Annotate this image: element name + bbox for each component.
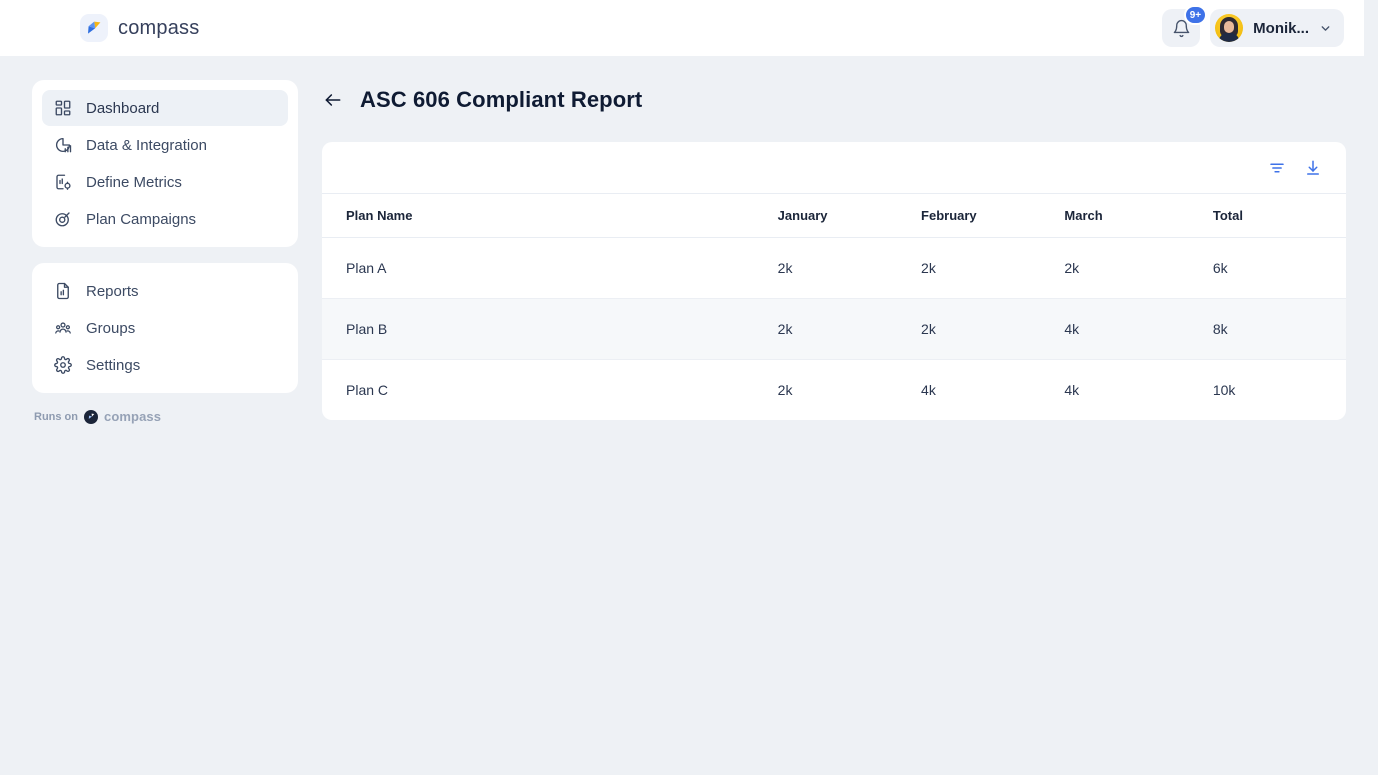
sidebar-item-label: Plan Campaigns [86,211,196,228]
notifications-button[interactable]: 9+ [1162,9,1200,47]
arrow-left-icon [323,90,343,110]
page-body: Dashboard Data & Integration [0,56,1378,424]
table-row[interactable]: Plan A 2k 2k 2k 6k [322,238,1346,299]
back-button[interactable] [322,89,344,111]
sidebar-group-primary: Dashboard Data & Integration [32,80,298,247]
cell-total: 8k [1213,299,1346,360]
sidebar-item-data-integration[interactable]: Data & Integration [42,127,288,163]
brand-logo[interactable]: compass [80,14,199,42]
filter-icon [1268,159,1286,177]
table-header: Plan Name January February March Total [322,194,1346,238]
sidebar-item-define-metrics[interactable]: Define Metrics [42,164,288,200]
table-row[interactable]: Plan B 2k 2k 4k 8k [322,299,1346,360]
filter-button[interactable] [1266,157,1288,179]
column-header-plan-name[interactable]: Plan Name [322,194,778,238]
cell-plan-name: Plan A [322,238,778,299]
sidebar-item-label: Dashboard [86,100,159,117]
header-actions: 9+ Monik... [1162,9,1344,47]
sidebar-group-secondary: Reports Groups Settings [32,263,298,393]
user-name: Monik... [1253,20,1309,37]
cell-january: 2k [778,360,921,421]
column-header-january[interactable]: January [778,194,921,238]
sidebar-item-label: Data & Integration [86,137,207,154]
notification-count-badge: 9+ [1184,5,1207,25]
table-body: Plan A 2k 2k 2k 6k Plan B 2k 2k 4k 8k [322,238,1346,421]
compass-arrow-icon [80,14,108,42]
brand-name: compass [118,17,199,40]
runs-on-brand: compass [104,409,161,424]
cell-february: 2k [921,299,1064,360]
page-title: ASC 606 Compliant Report [360,87,642,113]
report-document-icon [54,282,72,300]
groups-people-icon [54,319,72,337]
user-menu-button[interactable]: Monik... [1210,9,1344,47]
page-title-row: ASC 606 Compliant Report [322,80,1346,120]
sidebar-item-label: Reports [86,283,139,300]
cell-plan-name: Plan B [322,299,778,360]
gear-icon [54,356,72,374]
table-toolbar [322,142,1346,194]
runs-on-prefix: Runs on [34,411,78,423]
metrics-settings-icon [54,173,72,191]
cell-march: 4k [1064,360,1212,421]
sidebar-item-settings[interactable]: Settings [42,347,288,383]
cell-plan-name: Plan C [322,360,778,421]
column-header-march[interactable]: March [1064,194,1212,238]
compass-badge-icon [84,410,98,424]
table-header-row: Plan Name January February March Total [322,194,1346,238]
cell-january: 2k [778,299,921,360]
report-table: Plan Name January February March Total P… [322,194,1346,420]
main-content: ASC 606 Compliant Report [300,56,1378,420]
sidebar-item-label: Define Metrics [86,174,182,191]
dashboard-icon [54,99,72,117]
cell-january: 2k [778,238,921,299]
table-row[interactable]: Plan C 2k 4k 4k 10k [322,360,1346,421]
cell-total: 10k [1213,360,1346,421]
runs-on-footer: Runs on compass [34,409,300,424]
download-button[interactable] [1302,157,1324,179]
sidebar-item-label: Groups [86,320,135,337]
cell-march: 2k [1064,238,1212,299]
sidebar-item-groups[interactable]: Groups [42,310,288,346]
chevron-down-icon [1319,22,1332,35]
cell-march: 4k [1064,299,1212,360]
sidebar-item-label: Settings [86,357,140,374]
download-icon [1304,159,1322,177]
app-header: compass 9+ Monik... [0,0,1364,56]
target-icon [54,210,72,228]
cell-total: 6k [1213,238,1346,299]
data-chart-icon [54,136,72,154]
avatar [1215,14,1243,42]
column-header-total[interactable]: Total [1213,194,1346,238]
cell-february: 4k [921,360,1064,421]
sidebar-item-dashboard[interactable]: Dashboard [42,90,288,126]
cell-february: 2k [921,238,1064,299]
column-header-february[interactable]: February [921,194,1064,238]
report-table-card: Plan Name January February March Total P… [322,142,1346,420]
sidebar-item-plan-campaigns[interactable]: Plan Campaigns [42,201,288,237]
sidebar-item-reports[interactable]: Reports [42,273,288,309]
sidebar: Dashboard Data & Integration [0,56,300,424]
